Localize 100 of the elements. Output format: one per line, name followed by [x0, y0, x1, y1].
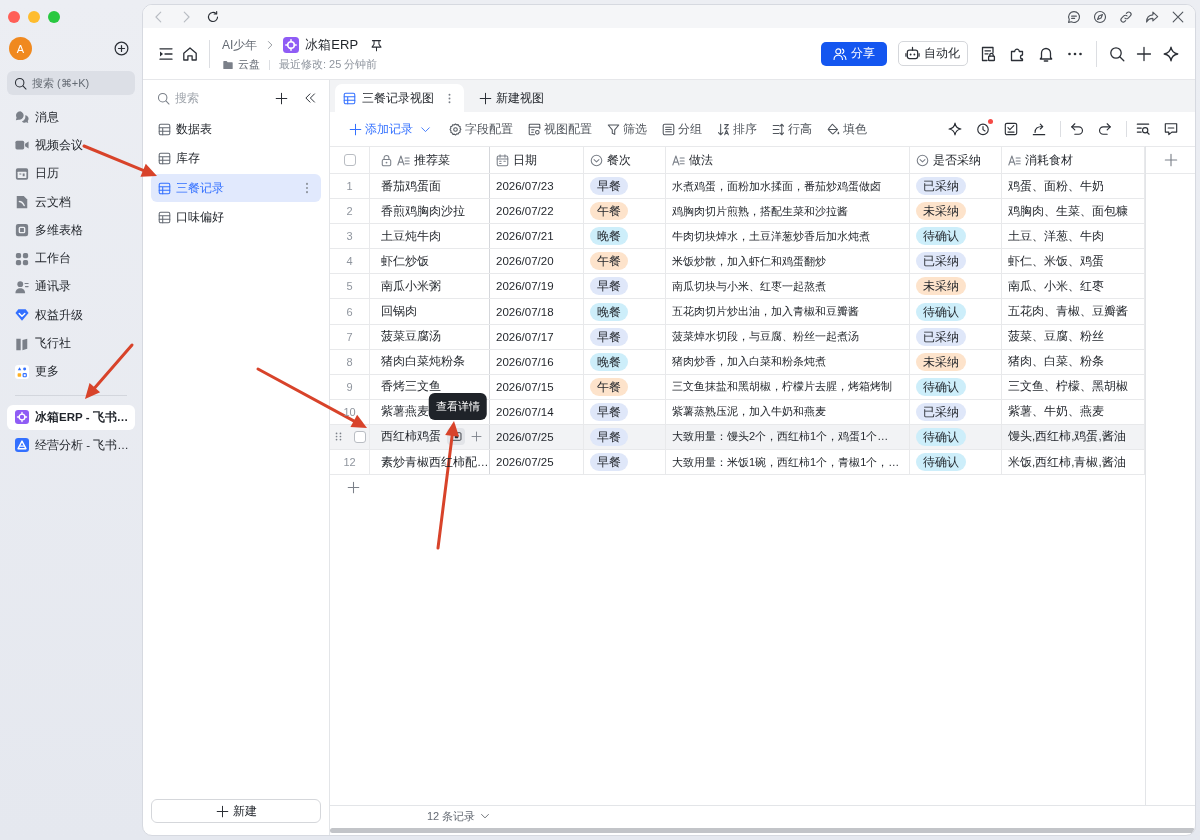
toolbar-button[interactable]: 视图配置 [528, 120, 592, 138]
new-view-button[interactable]: 新建视图 [479, 84, 544, 112]
close-icon[interactable] [1171, 9, 1185, 24]
column-title[interactable]: 消耗食材 [1025, 151, 1073, 169]
outline-toggle-icon[interactable] [158, 45, 174, 62]
column-title[interactable]: 日期 [513, 151, 537, 169]
view-tab[interactable]: 三餐记录视图 [335, 84, 464, 112]
sidebar-item[interactable]: 数据表 [151, 115, 321, 143]
row-checkbox[interactable] [354, 431, 366, 443]
table-row[interactable]: 1 番茄鸡蛋面 2026/07/23 早餐 水煮鸡蛋，面粉加水揉面，番茄炒鸡蛋做卤 已采纳 鸡蛋、面粉、牛奶 [330, 174, 1145, 200]
ingredients-text: 鸡蛋、面粉、牛奶 [1008, 178, 1104, 194]
close-window-icon[interactable] [8, 11, 20, 23]
export-icon[interactable] [1032, 122, 1046, 136]
dish-name: 菠菜豆腐汤 [381, 329, 441, 345]
nav-item[interactable]: 视频会议 [7, 131, 135, 160]
toolbar-button[interactable]: 填色 [827, 120, 867, 138]
last-modified-text: 最近修改: 25 分钟前 [279, 57, 378, 72]
share-button[interactable]: 分享 [821, 41, 887, 66]
clock-icon[interactable] [976, 122, 990, 136]
status-tag: 待确认 [916, 227, 966, 246]
plus-icon [479, 91, 492, 105]
toolbar-button[interactable]: 字段配置 [449, 120, 513, 138]
table-row[interactable]: 8 猪肉白菜炖粉条 2026/07/16 晚餐 猪肉炒香，加入白菜和粉条炖煮 未采纳 猪肉、白菜、粉条 [330, 349, 1145, 375]
status-tag: 已采纳 [916, 402, 966, 421]
nav-item[interactable]: 日历 [7, 159, 135, 188]
compass-icon[interactable] [1093, 9, 1107, 24]
link-icon[interactable] [1119, 9, 1133, 24]
checklist-icon[interactable] [1004, 122, 1018, 136]
chat-icon[interactable] [1067, 9, 1081, 24]
open-document-tab[interactable]: 冰箱ERP - 飞书… [7, 404, 135, 430]
grid-icon [343, 91, 356, 105]
column-title[interactable]: 是否采纳 [933, 151, 981, 169]
dish-name: 南瓜小米粥 [381, 278, 441, 294]
table-row[interactable]: 3 土豆炖牛肉 2026/07/21 晚餐 牛肉切块焯水，土豆洋葱炒香后加水炖煮 待确认 土豆、洋葱、牛肉 [330, 224, 1145, 250]
sidebar-item[interactable]: 库存 [151, 144, 321, 173]
table-row[interactable]: 5 南瓜小米粥 2026/07/19 早餐 南瓜切块与小米、红枣一起熬煮 未采纳 南瓜、小米、红枣 [330, 274, 1145, 300]
nav-item[interactable]: 工作台 [7, 244, 135, 273]
date-text: 2026/07/18 [496, 305, 554, 318]
table-row[interactable]: 7 菠菜豆腐汤 2026/07/17 早餐 菠菜焯水切段，与豆腐、粉丝一起煮汤 已采纳 菠菜、豆腐、粉丝 [330, 324, 1145, 350]
share-arrow-icon[interactable] [1145, 9, 1159, 24]
nav-item[interactable]: 消息 [7, 103, 135, 132]
sparkle-icon[interactable] [948, 122, 962, 136]
nav-item[interactable]: 更多 [7, 357, 135, 386]
column-title[interactable]: 推荐菜 [414, 151, 450, 169]
automation-button[interactable]: 自动化 [898, 41, 968, 66]
meal-tag: 午餐 [590, 202, 628, 221]
toolbar-button[interactable]: 筛选 [607, 120, 647, 138]
toolbar-button[interactable]: 分组 [662, 120, 702, 138]
scrollbar[interactable] [330, 828, 1195, 833]
ingredients-text: 五花肉、青椒、豆瓣酱 [1008, 304, 1128, 319]
collapse-icon[interactable] [304, 92, 316, 104]
plus-icon[interactable] [1136, 45, 1152, 62]
breadcrumb-link[interactable]: AI少年 [222, 36, 258, 54]
method-text: 水煮鸡蛋，面粉加水揉面，番茄炒鸡蛋做卤 [672, 178, 881, 194]
search-icon[interactable] [1109, 45, 1125, 62]
dish-name: 虾仁炒饭 [381, 253, 429, 269]
toolbar-button[interactable]: 排序 [717, 120, 757, 138]
home-icon[interactable] [182, 45, 198, 62]
add-record-button[interactable]: 添加记录 [349, 120, 431, 138]
redo-icon[interactable] [1098, 122, 1112, 136]
comment-icon[interactable] [1164, 122, 1178, 136]
select-all-checkbox[interactable] [343, 154, 356, 166]
chevron-down-icon [480, 811, 491, 821]
undo-icon[interactable] [1070, 122, 1084, 136]
column-title[interactable]: 餐次 [607, 151, 631, 169]
meal-tag: 早餐 [590, 428, 628, 446]
bell-icon[interactable] [1038, 45, 1054, 62]
search-field[interactable]: 搜索 (⌘+K) [7, 71, 135, 95]
nav-item[interactable]: 飞行社 [7, 329, 135, 358]
find-list-icon[interactable] [1136, 122, 1150, 136]
date-text: 2026/07/14 [496, 405, 554, 418]
open-document-tab[interactable]: 经营分析 - 飞书… [7, 432, 135, 458]
folder-location[interactable]: 云盘 [238, 57, 260, 72]
drag-handle-icon[interactable] [334, 432, 343, 442]
record-count-dropdown[interactable]: 12 条记录 [427, 808, 491, 824]
new-button[interactable]: 新建 [151, 799, 321, 823]
row-number: 10 [343, 405, 356, 418]
plus-icon[interactable] [275, 91, 288, 105]
nav-item[interactable]: 云文档 [7, 187, 135, 217]
paint-bucket-icon [827, 122, 840, 136]
diamond-icon [15, 308, 29, 323]
refresh-icon[interactable] [206, 9, 220, 24]
nav-item[interactable]: 权益升级 [7, 301, 135, 330]
sparkle-icon[interactable] [1163, 45, 1179, 62]
sidebar-item[interactable]: 三餐记录 [151, 174, 321, 202]
toolbar-button[interactable]: 行高 [772, 120, 812, 138]
document-lock-icon[interactable] [980, 45, 996, 62]
add-circle-icon[interactable] [114, 41, 129, 56]
column-title[interactable]: 做法 [689, 151, 713, 169]
search-field[interactable]: 搜索 [175, 91, 270, 105]
pin-icon[interactable] [370, 38, 384, 52]
ingredients-text: 虾仁、米饭、鸡蛋 [1008, 253, 1104, 269]
nav-item[interactable]: 多维表格 [7, 216, 135, 245]
table-icon [158, 122, 171, 136]
sidebar-item[interactable]: 口味偏好 [151, 203, 321, 232]
nav-item[interactable]: 通讯录 [7, 272, 135, 302]
table-row[interactable]: 4 虾仁炒饭 2026/07/20 午餐 米饭炒散，加入虾仁和鸡蛋翻炒 已采纳 虾仁、米饭、鸡蛋 [330, 249, 1145, 275]
table-row[interactable]: 2 香煎鸡胸肉沙拉 2026/07/22 午餐 鸡胸肉切片煎熟，搭配生菜和沙拉酱 未采纳 鸡胸肉、生菜、面包糠 [330, 199, 1145, 225]
row-number: 1 [346, 180, 353, 193]
table-row[interactable]: 6 回锅肉 2026/07/18 晚餐 五花肉切片炒出油，加入青椒和豆瓣酱 待确认 五花肉、青椒、豆瓣酱 [330, 299, 1145, 325]
